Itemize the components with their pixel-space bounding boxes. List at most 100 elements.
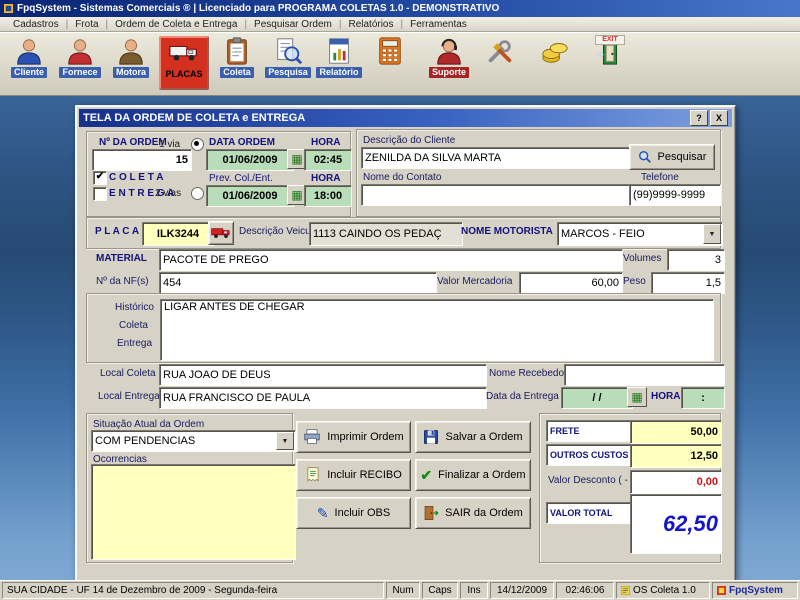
chevron-down-icon[interactable]: ▼	[276, 432, 294, 450]
outros-custos-field[interactable]: 12,50	[630, 444, 722, 468]
client-desc-field[interactable]: ZENILDA DA SILVA MARTA	[361, 147, 631, 169]
entrega-checkbox[interactable]	[93, 187, 107, 201]
historico-field[interactable]: LIGAR ANTES DE CHEGAR	[160, 299, 714, 361]
toolbar-relatorio-button[interactable]: Relatório	[316, 36, 362, 86]
local-coleta-label: Local Coleta	[100, 368, 156, 379]
order-date-field[interactable]: 01/06/2009	[206, 149, 294, 171]
prev-date-field[interactable]: 01/06/2009	[206, 185, 294, 207]
small-truck-icon	[211, 226, 231, 240]
status-app-name: OS Coleta 1.0	[616, 582, 710, 599]
pesquisar-button[interactable]: Pesquisar	[629, 144, 715, 170]
calculator-icon	[375, 36, 405, 66]
exit-door-icon	[423, 505, 439, 521]
order-number-label: Nº DA ORDEM	[99, 137, 167, 148]
peso-field[interactable]: 1,5	[651, 272, 725, 294]
prev-time-field[interactable]: 18:00	[304, 185, 352, 207]
main-toolbar: Cliente Fornece Motora PLACAS Coleta Pes…	[0, 32, 800, 96]
entrega-calendar-button[interactable]: ▦	[627, 387, 647, 407]
search-doc-icon	[273, 36, 303, 66]
data-entrega-field[interactable]: / /	[561, 387, 633, 409]
desconto-label: Valor Desconto ( - )	[548, 475, 634, 486]
toolbar-ferramentas-button[interactable]	[477, 36, 523, 86]
recebedor-field[interactable]	[564, 364, 725, 386]
toolbar-motorista-button[interactable]: Motora	[108, 36, 154, 86]
pencil-icon: ✎	[317, 505, 329, 522]
toolbar-motorista-label: Motora	[113, 67, 149, 78]
toolbar-calculadora-button[interactable]	[367, 36, 413, 86]
incluir-obs-label: Incluir OBS	[335, 507, 391, 519]
contact-field[interactable]	[361, 184, 631, 206]
toolbar-placas-button[interactable]: PLACAS	[159, 36, 209, 90]
sair-button[interactable]: SAIR da Ordem	[415, 497, 531, 529]
placa-field[interactable]: ILK3244	[142, 222, 214, 246]
local-coleta-field[interactable]: RUA JOAO DE DEUS	[159, 364, 487, 386]
phone-field[interactable]: (99)9999-9999	[629, 184, 721, 206]
search-icon	[638, 150, 652, 164]
nf-label: Nº da NF(s)	[96, 276, 149, 287]
dialog-help-button[interactable]: ?	[690, 110, 708, 126]
status-brand: FpqSystem	[712, 582, 798, 599]
incluir-recibo-button[interactable]: Incluir RECIBO	[296, 459, 411, 491]
toolbar-fornecedor-button[interactable]: Fornece	[57, 36, 103, 86]
client-group: Descrição do Cliente ZENILDA DA SILVA MA…	[356, 129, 721, 217]
ocorrencias-field[interactable]	[91, 464, 296, 560]
status-time: 02:46:06	[556, 582, 614, 599]
frete-field[interactable]: 50,00	[630, 420, 722, 444]
valor-mercadoria-field[interactable]: 60,00	[519, 272, 623, 294]
finalizar-label: Finalizar a Ordem	[438, 469, 525, 481]
menu-item-pesquisar[interactable]: Pesquisar Ordem	[247, 19, 339, 30]
contact-label: Nome do Contato	[363, 172, 441, 183]
truck-icon	[169, 38, 199, 68]
via2-radio[interactable]	[191, 187, 204, 200]
coins-icon	[540, 36, 570, 66]
local-entrega-field[interactable]: RUA FRANCISCO DE PAULA	[159, 387, 487, 409]
imprimir-button[interactable]: Imprimir Ordem	[296, 421, 411, 453]
dialog-close-button[interactable]: X	[710, 110, 728, 126]
toolbar-pesquisa-button[interactable]: Pesquisa	[265, 36, 311, 86]
incluir-obs-button[interactable]: ✎ Incluir OBS	[296, 497, 411, 529]
menu-item-cadastros[interactable]: Cadastros	[6, 19, 66, 30]
driver-dropdown[interactable]: MARCOS - FEIO ▼	[557, 222, 723, 246]
support-headset-icon	[434, 36, 464, 66]
order-number-field[interactable]: 15	[92, 149, 192, 171]
client-desc-label: Descrição do Cliente	[363, 135, 455, 146]
coleta-checkbox[interactable]: ✔	[93, 171, 107, 185]
desconto-field[interactable]: 0,00	[630, 470, 722, 494]
toolbar-financeiro-button[interactable]	[532, 36, 578, 86]
volumes-field[interactable]: 3	[667, 249, 725, 271]
via2-label: 2 vias	[155, 188, 181, 199]
menu-item-ordem[interactable]: Ordem de Coleta e Entrega	[108, 19, 244, 30]
menu-item-ferramentas[interactable]: Ferramentas	[403, 19, 474, 30]
toolbar-pesquisa-label: Pesquisa	[265, 67, 311, 78]
status-location: SUA CIDADE - UF 14 de Dezembro de 2009 -…	[2, 582, 384, 599]
toolbar-cliente-button[interactable]: Cliente	[6, 36, 52, 86]
menu-item-relatorios[interactable]: Relatórios	[341, 19, 400, 30]
entrega-hora-field[interactable]: :	[681, 387, 725, 409]
placa-truck-button[interactable]	[208, 221, 234, 245]
vehicle-desc-label: Descrição Veiculo	[239, 226, 318, 237]
phone-label: Telefone	[641, 172, 679, 183]
toolbar-sair-button[interactable]: EXIT	[587, 36, 633, 86]
via1-radio[interactable]	[191, 138, 204, 151]
salvar-button[interactable]: Salvar a Ordem	[415, 421, 531, 453]
finalizar-button[interactable]: ✔ Finalizar a Ordem	[415, 459, 531, 491]
exit-sign-label: EXIT	[595, 35, 625, 45]
situacao-panel: Situação Atual da Ordem COM PENDENCIAS ▼…	[86, 413, 293, 563]
calendar-icon: ▦	[291, 189, 302, 201]
historico-label-3: Entrega	[117, 338, 152, 349]
dialog-title: TELA DA ORDEM DE COLETA e ENTREGA	[83, 112, 305, 124]
toolbar-suporte-button[interactable]: Suporte	[426, 36, 472, 86]
historico-label-2: Coleta	[119, 320, 148, 331]
material-field[interactable]: PACOTE DE PREGO	[159, 249, 623, 271]
dialog-title-bar: TELA DA ORDEM DE COLETA e ENTREGA ? X	[79, 109, 732, 127]
situacao-dropdown[interactable]: COM PENDENCIAS ▼	[91, 430, 296, 452]
chevron-down-icon[interactable]: ▼	[703, 224, 721, 244]
menu-item-frota[interactable]: Frota	[68, 19, 105, 30]
nf-field[interactable]: 454	[159, 272, 437, 294]
order-group: Nº DA ORDEM 1 via 15 DATA ORDEM 01/06/20…	[86, 131, 351, 217]
order-time-field[interactable]: 02:45	[304, 149, 352, 171]
volumes-label: Volumes	[623, 253, 661, 264]
brand-icon	[717, 586, 726, 595]
vehicle-panel: P L A C A ILK3244 Descrição Veiculo 1113…	[86, 217, 721, 249]
toolbar-coleta-button[interactable]: Coleta	[214, 36, 260, 86]
